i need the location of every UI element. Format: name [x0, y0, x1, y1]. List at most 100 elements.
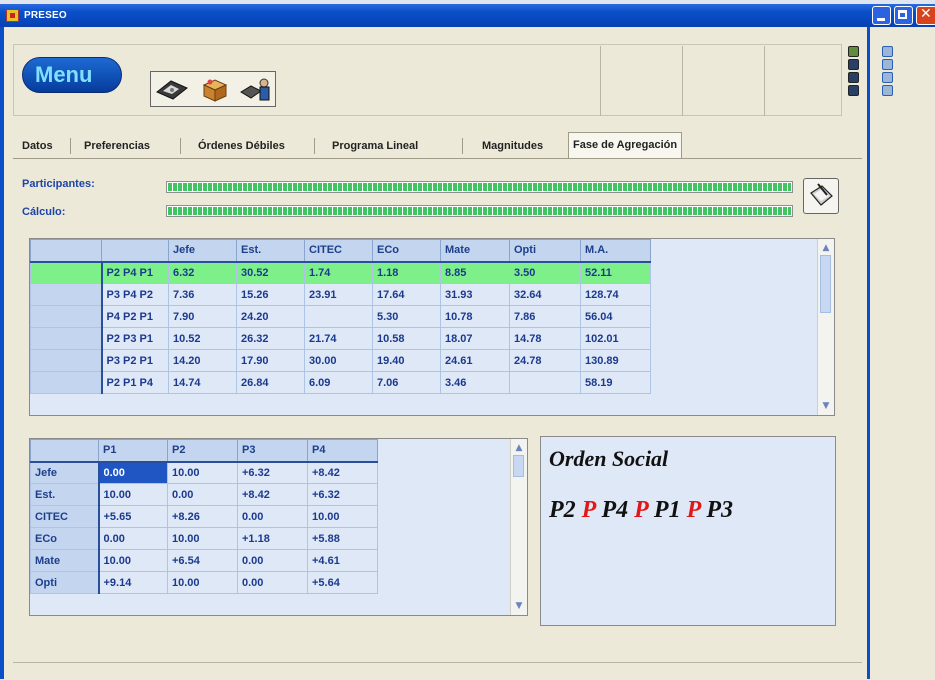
- column-header[interactable]: P2: [167, 439, 238, 463]
- table-cell[interactable]: 8.85: [440, 261, 510, 284]
- table-cell[interactable]: 24.78: [509, 349, 581, 372]
- table-cell[interactable]: 1.18: [372, 261, 441, 284]
- matrix-cell[interactable]: 10.00: [307, 505, 378, 528]
- table-row[interactable]: Mate 10.00 +6.54 0.00 +4.61: [30, 549, 378, 572]
- table-cell[interactable]: 26.84: [236, 371, 305, 394]
- user-terminal-icon[interactable]: [237, 76, 274, 103]
- table-row[interactable]: CITEC +5.65 +8.26 0.00 10.00: [30, 505, 378, 528]
- column-header[interactable]: Jefe: [168, 239, 237, 263]
- table-cell[interactable]: 10.78: [440, 305, 510, 328]
- table-cell[interactable]: 7.90: [168, 305, 237, 328]
- maximize-icon[interactable]: [894, 6, 913, 25]
- tab-fase-de-agregacion[interactable]: Fase de Agregación: [568, 132, 683, 159]
- order-cell[interactable]: P2 P3 P1: [101, 327, 169, 350]
- table-row[interactable]: P3 P2 P1 14.20 17.90 30.00 19.40 24.61 24.78 13…: [30, 349, 651, 372]
- column-header[interactable]: P4: [307, 439, 378, 463]
- scroll-down-icon[interactable]: ▼: [819, 399, 833, 413]
- mini-minimize-icon[interactable]: [882, 59, 893, 70]
- table-cell[interactable]: [509, 371, 581, 394]
- matrix-cell[interactable]: 0.00: [237, 505, 308, 528]
- table-cell[interactable]: 10.58: [372, 327, 441, 350]
- row-header[interactable]: [30, 305, 103, 328]
- row-header[interactable]: [30, 327, 103, 350]
- table-cell[interactable]: 6.32: [168, 261, 237, 284]
- order-cell[interactable]: P4 P2 P1: [101, 305, 169, 328]
- table-cell[interactable]: 24.61: [440, 349, 510, 372]
- table-row[interactable]: Jefe 0.00 10.00 +6.32 +8.42: [30, 461, 378, 484]
- table-row[interactable]: P3 P4 P2 7.36 15.26 23.91 17.64 31.93 32.64 128…: [30, 283, 651, 306]
- column-header[interactable]: [30, 239, 102, 263]
- scroll-up-icon[interactable]: ▲: [512, 441, 526, 455]
- table-cell[interactable]: 10.52: [168, 327, 237, 350]
- table-cell[interactable]: 130.89: [580, 349, 651, 372]
- matrix-cell[interactable]: +5.65: [98, 505, 168, 528]
- matrix-cell[interactable]: 0.00: [98, 527, 168, 550]
- matrix-cell[interactable]: +6.32: [307, 483, 378, 506]
- scroll-thumb[interactable]: [513, 455, 524, 477]
- menu-button[interactable]: Menu: [22, 57, 122, 93]
- matrix-cell[interactable]: 10.00: [98, 549, 168, 572]
- matrix-cell[interactable]: +4.61: [307, 549, 378, 572]
- matrix-cell[interactable]: 10.00: [167, 571, 238, 594]
- table-cell[interactable]: 3.46: [440, 371, 510, 394]
- table-cell[interactable]: 19.40: [372, 349, 441, 372]
- table-cell[interactable]: 30.52: [236, 261, 305, 284]
- table-cell[interactable]: [304, 305, 373, 328]
- inner-minimize-icon[interactable]: [848, 59, 859, 70]
- column-header[interactable]: ECo: [372, 239, 441, 263]
- calculate-button[interactable]: [803, 178, 839, 214]
- table-cell[interactable]: 21.74: [304, 327, 373, 350]
- table-cell[interactable]: 56.04: [580, 305, 651, 328]
- mini-restore-icon[interactable]: [882, 72, 893, 83]
- column-header[interactable]: P3: [237, 439, 308, 463]
- matrix-cell[interactable]: 0.00: [98, 461, 168, 484]
- matrix-scrollbar[interactable]: ▲ ▼: [510, 439, 527, 615]
- row-header[interactable]: [30, 261, 103, 284]
- table-cell[interactable]: 14.74: [168, 371, 237, 394]
- table-row[interactable]: Est. 10.00 0.00 +8.42 +6.32: [30, 483, 378, 506]
- scroll-down-icon[interactable]: ▼: [512, 599, 526, 613]
- table-row[interactable]: P4 P2 P1 7.90 24.20 5.30 10.78 7.86 56.04: [30, 305, 651, 328]
- matrix-cell[interactable]: 0.00: [237, 571, 308, 594]
- matrix-cell[interactable]: +9.14: [98, 571, 168, 594]
- column-header[interactable]: Opti: [509, 239, 581, 263]
- table-row[interactable]: ECo 0.00 10.00 +1.18 +5.88: [30, 527, 378, 550]
- column-header[interactable]: [30, 439, 99, 463]
- table-cell[interactable]: 7.06: [372, 371, 441, 394]
- table-cell[interactable]: 14.20: [168, 349, 237, 372]
- table-cell[interactable]: 31.93: [440, 283, 510, 306]
- table-row[interactable]: P2 P3 P1 10.52 26.32 21.74 10.58 18.07 14.78 10…: [30, 327, 651, 350]
- table-cell[interactable]: 5.30: [372, 305, 441, 328]
- table-cell[interactable]: 17.90: [236, 349, 305, 372]
- matrix-cell[interactable]: +6.32: [237, 461, 308, 484]
- column-header[interactable]: [101, 239, 169, 263]
- row-header[interactable]: [30, 371, 103, 394]
- table-row[interactable]: P2 P1 P4 14.74 26.84 6.09 7.06 3.46 58.19: [30, 371, 651, 394]
- scroll-thumb[interactable]: [820, 255, 831, 313]
- close-icon[interactable]: [916, 6, 935, 25]
- tab-programa-lineal[interactable]: Programa Lineal: [328, 134, 422, 158]
- table-cell[interactable]: 52.11: [580, 261, 651, 284]
- row-header[interactable]: [30, 283, 103, 306]
- table-cell[interactable]: 1.74: [304, 261, 373, 284]
- matrix-cell[interactable]: 10.00: [167, 461, 238, 484]
- matrix-cell[interactable]: +6.54: [167, 549, 238, 572]
- minimize-icon[interactable]: [872, 6, 891, 25]
- inner-close-icon[interactable]: [848, 46, 859, 57]
- table-cell[interactable]: 23.91: [304, 283, 373, 306]
- matrix-cell[interactable]: 0.00: [237, 549, 308, 572]
- table-row[interactable]: Opti +9.14 10.00 0.00 +5.64: [30, 571, 378, 594]
- table-cell[interactable]: 30.00: [304, 349, 373, 372]
- table-cell[interactable]: 6.09: [304, 371, 373, 394]
- table-cell[interactable]: 15.26: [236, 283, 305, 306]
- tab-preferencias[interactable]: Preferencias: [80, 134, 154, 158]
- order-cell[interactable]: P2 P1 P4: [101, 371, 169, 394]
- table-cell[interactable]: 24.20: [236, 305, 305, 328]
- mini-close-icon[interactable]: [882, 46, 893, 57]
- table-cell[interactable]: 3.50: [509, 261, 581, 284]
- tab-magnitudes[interactable]: Magnitudes: [478, 134, 547, 158]
- column-header[interactable]: M.A.: [580, 239, 651, 263]
- table-cell[interactable]: 7.36: [168, 283, 237, 306]
- table-cell[interactable]: 102.01: [580, 327, 651, 350]
- order-cell[interactable]: P3 P4 P2: [101, 283, 169, 306]
